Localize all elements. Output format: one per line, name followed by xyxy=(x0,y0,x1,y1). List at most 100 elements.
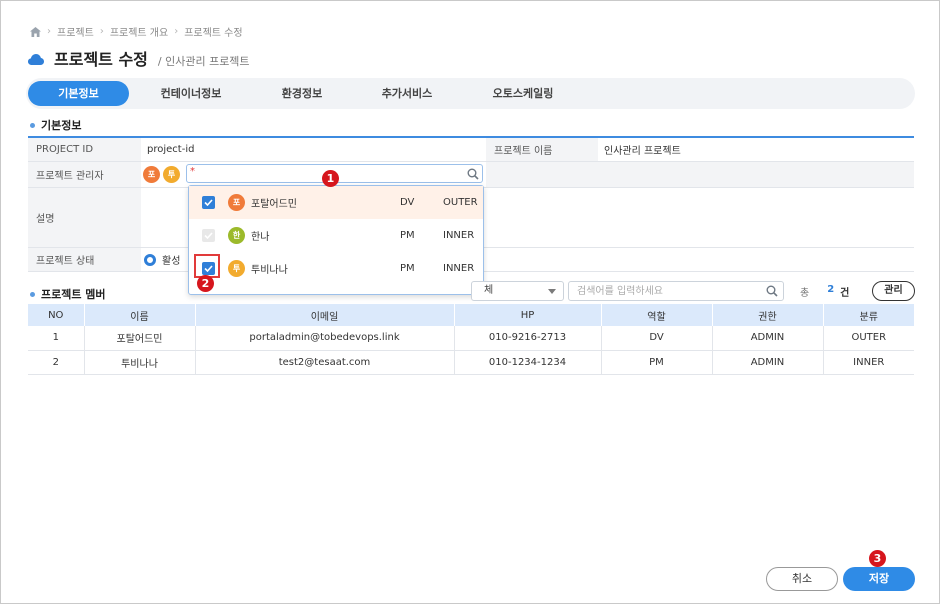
column-header-hp: HP xyxy=(454,304,602,326)
count-unit: 건 xyxy=(840,288,850,299)
project-status-label: 프로젝트 상태 xyxy=(28,248,141,271)
dropdown-item-type: OUTER xyxy=(443,197,478,208)
dropdown-item-role: PM xyxy=(400,263,415,274)
tab-bar: 기본정보 컨테이너정보 환경정보 추가서비스 오토스케일링 xyxy=(26,78,915,109)
status-active-radio[interactable] xyxy=(144,253,156,266)
callout-badge-3: 3 xyxy=(869,550,886,567)
cloud-icon xyxy=(28,54,44,65)
member-filter-select[interactable]: 체 xyxy=(471,281,564,301)
cell-name: 투비나나 xyxy=(84,350,196,375)
dropdown-item-name: 한나 xyxy=(251,232,270,243)
page-title: 프로젝트 수정 xyxy=(54,50,148,69)
avatar: 투 xyxy=(228,260,245,277)
checkbox-disabled xyxy=(202,229,215,242)
chevron-right-icon: › xyxy=(174,26,179,37)
column-header-type: 분류 xyxy=(823,304,914,326)
callout-badge-1: 1 xyxy=(322,170,339,187)
cell-hp: 010-1234-1234 xyxy=(454,350,602,375)
member-count: 총 2 건 xyxy=(800,284,849,299)
chevron-down-icon xyxy=(548,289,556,294)
column-header-role: 역할 xyxy=(601,304,713,326)
members-section-title: 프로젝트 멤버 xyxy=(30,286,106,302)
project-id-value: project-id xyxy=(147,144,195,155)
cell-hp: 010-9216-2713 xyxy=(454,326,602,351)
column-header-email: 이메일 xyxy=(195,304,455,326)
empty-value-cell xyxy=(598,162,914,187)
column-header-name: 이름 xyxy=(84,304,196,326)
table-row[interactable]: 1 포탈어드민 portaladmin@tobedevops.link 010-… xyxy=(28,326,914,351)
breadcrumb: › 프로젝트 › 프로젝트 개요 › 프로젝트 수정 xyxy=(30,24,243,39)
filter-selected-value: 체 xyxy=(484,285,494,296)
page-subtitle: / 인사관리 프로젝트 xyxy=(157,55,250,68)
cell-email: portaladmin@tobedevops.link xyxy=(195,326,455,351)
checkbox-checked[interactable] xyxy=(202,196,215,209)
basic-info-title-text: 기본정보 xyxy=(41,119,82,132)
row-project-id: PROJECT ID project-id 프로젝트 이름 인사관리 프로젝트 xyxy=(28,138,914,162)
table-header-row: NO 이름 이메일 HP 역할 권한 분류 xyxy=(28,304,914,326)
avatar: 투 xyxy=(163,166,180,183)
project-id-label: PROJECT ID xyxy=(28,138,141,161)
dropdown-item-type: INNER xyxy=(443,263,475,274)
title-row: 프로젝트 수정 / 인사관리 프로젝트 xyxy=(28,46,250,70)
table-row[interactable]: 2 투비나나 test2@tesaat.com 010-1234-1234 PM… xyxy=(28,350,914,375)
cell-no: 1 xyxy=(28,326,85,351)
project-name-value: 인사관리 프로젝트 xyxy=(604,146,681,157)
cell-role: DV xyxy=(601,326,713,351)
avatar: 한 xyxy=(228,227,245,244)
description-label: 설명 xyxy=(28,188,141,247)
cell-role: PM xyxy=(601,350,713,375)
count-prefix: 총 xyxy=(800,288,810,299)
cell-permission: ADMIN xyxy=(712,350,824,375)
cancel-button[interactable]: 취소 xyxy=(766,567,838,591)
basic-info-section-title: 기본정보 xyxy=(30,117,81,133)
cell-no: 2 xyxy=(28,350,85,375)
manage-button[interactable]: 관리 xyxy=(872,281,915,301)
dropdown-item-type: INNER xyxy=(443,230,475,241)
dropdown-item: 한 한나 PM INNER xyxy=(189,219,483,252)
callout-badge-2: 2 xyxy=(197,275,214,292)
home-icon[interactable] xyxy=(30,26,41,37)
cell-email: test2@tesaat.com xyxy=(195,350,455,375)
save-button[interactable]: 저장 xyxy=(843,567,915,591)
chevron-right-icon: › xyxy=(47,26,51,37)
cell-permission: ADMIN xyxy=(712,326,824,351)
breadcrumb-item-overview[interactable]: 프로젝트 개요 xyxy=(110,24,168,39)
member-search-input[interactable] xyxy=(568,281,784,301)
bullet-dot xyxy=(30,122,35,128)
cell-name: 포탈어드민 xyxy=(84,326,196,351)
dropdown-item[interactable]: 포 포탈어드민 DV OUTER xyxy=(189,186,483,219)
required-mark: * xyxy=(190,166,195,177)
tab-basic-info[interactable]: 기본정보 xyxy=(28,81,129,106)
tab-container-info[interactable]: 컨테이너정보 xyxy=(136,81,246,106)
status-active-label: 활성 xyxy=(162,256,181,267)
checkmark-icon xyxy=(204,199,213,206)
cell-type: OUTER xyxy=(823,326,914,351)
count-number: 2 xyxy=(827,284,835,295)
breadcrumb-item-project[interactable]: 프로젝트 xyxy=(57,24,94,39)
members-title-text: 프로젝트 멤버 xyxy=(41,288,106,301)
tab-environment-info[interactable]: 환경정보 xyxy=(256,81,348,106)
dropdown-item-name: 포탈어드민 xyxy=(251,199,297,210)
project-name-label: 프로젝트 이름 xyxy=(486,138,598,161)
empty-label-cell xyxy=(486,162,598,187)
avatar: 포 xyxy=(228,194,245,211)
dropdown-item-role: DV xyxy=(400,197,415,208)
search-icon[interactable] xyxy=(766,285,778,297)
breadcrumb-item-edit: 프로젝트 수정 xyxy=(184,28,243,39)
bullet-dot xyxy=(30,291,35,297)
avatar: 포 xyxy=(143,166,160,183)
manager-dropdown: 포 포탈어드민 DV OUTER 한 한나 PM INNER 투 투비나나 PM… xyxy=(188,185,484,295)
column-header-no: NO xyxy=(28,304,85,326)
cell-type: INNER xyxy=(823,350,914,375)
dropdown-item-role: PM xyxy=(400,230,415,241)
project-manager-label: 프로젝트 관리자 xyxy=(28,162,141,187)
chevron-right-icon: › xyxy=(99,26,104,37)
tab-additional-services[interactable]: 추가서비스 xyxy=(356,81,458,106)
tab-autoscaling[interactable]: 오토스케일링 xyxy=(468,81,578,106)
column-header-permission: 권한 xyxy=(712,304,824,326)
dropdown-item-name: 투비나나 xyxy=(251,265,288,276)
dropdown-item[interactable]: 투 투비나나 PM INNER xyxy=(189,252,483,285)
members-table: NO 이름 이메일 HP 역할 권한 분류 1 포탈어드민 portaladmi… xyxy=(28,304,914,375)
checkmark-icon xyxy=(204,232,213,239)
search-icon[interactable] xyxy=(467,168,479,180)
